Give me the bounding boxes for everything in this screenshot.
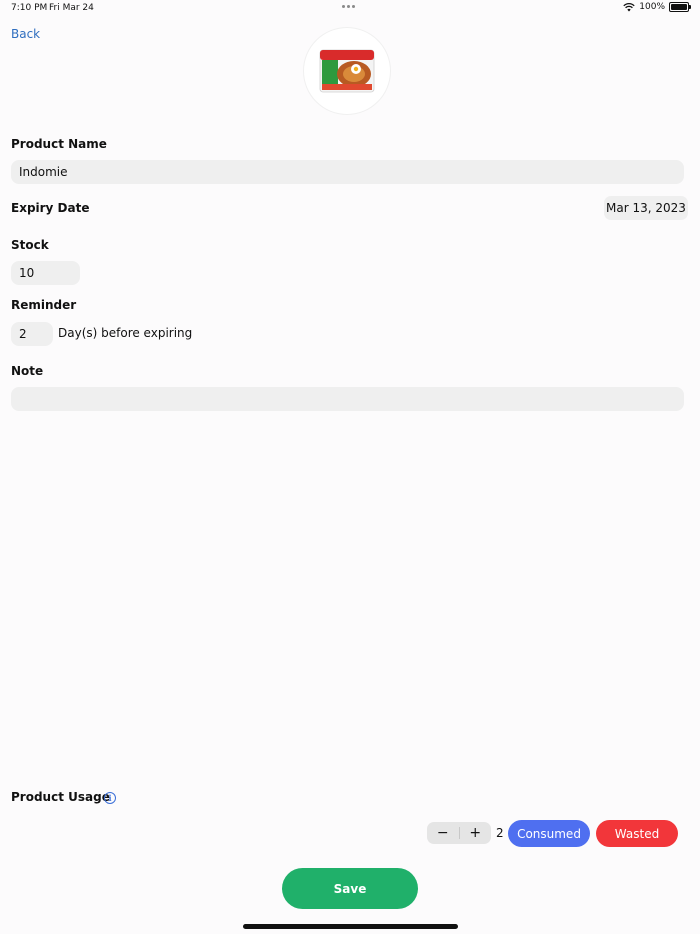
note-label: Note <box>11 364 44 378</box>
decrement-button[interactable]: − <box>427 822 459 844</box>
product-image[interactable] <box>304 28 390 114</box>
status-bar: 7:10 PM Fri Mar 24 100% <box>0 0 700 18</box>
wasted-button[interactable]: Wasted <box>596 820 678 847</box>
usage-stepper[interactable]: − + <box>427 822 491 844</box>
product-name-label: Product Name <box>11 137 107 151</box>
back-button[interactable]: Back <box>11 27 40 41</box>
status-time: 7:10 PM <box>11 3 48 13</box>
save-button[interactable]: Save <box>282 868 418 909</box>
product-usage-label: Product Usage <box>11 790 110 804</box>
usage-count: 2 <box>496 826 504 840</box>
reminder-suffix: Day(s) before expiring <box>58 326 193 340</box>
battery-percent: 100% <box>639 2 665 12</box>
note-field[interactable] <box>11 387 684 411</box>
multitasking-dots-icon[interactable] <box>342 5 355 8</box>
stock-field[interactable] <box>11 261 80 285</box>
wifi-icon <box>623 2 635 12</box>
consumed-button[interactable]: Consumed <box>508 820 590 847</box>
reminder-label: Reminder <box>11 298 77 312</box>
stock-label: Stock <box>11 238 49 252</box>
status-date: Fri Mar 24 <box>49 3 94 13</box>
home-indicator[interactable] <box>243 924 458 929</box>
status-right: 100% <box>623 2 691 12</box>
increment-button[interactable]: + <box>460 822 492 844</box>
noodle-package-icon <box>319 49 375 93</box>
info-icon[interactable]: i <box>104 792 116 804</box>
battery-icon <box>669 2 691 12</box>
product-name-field[interactable] <box>11 160 684 184</box>
reminder-days-field[interactable] <box>11 322 53 346</box>
expiry-date-label: Expiry Date <box>11 201 90 215</box>
expiry-date-picker[interactable]: Mar 13, 2023 <box>604 196 688 220</box>
